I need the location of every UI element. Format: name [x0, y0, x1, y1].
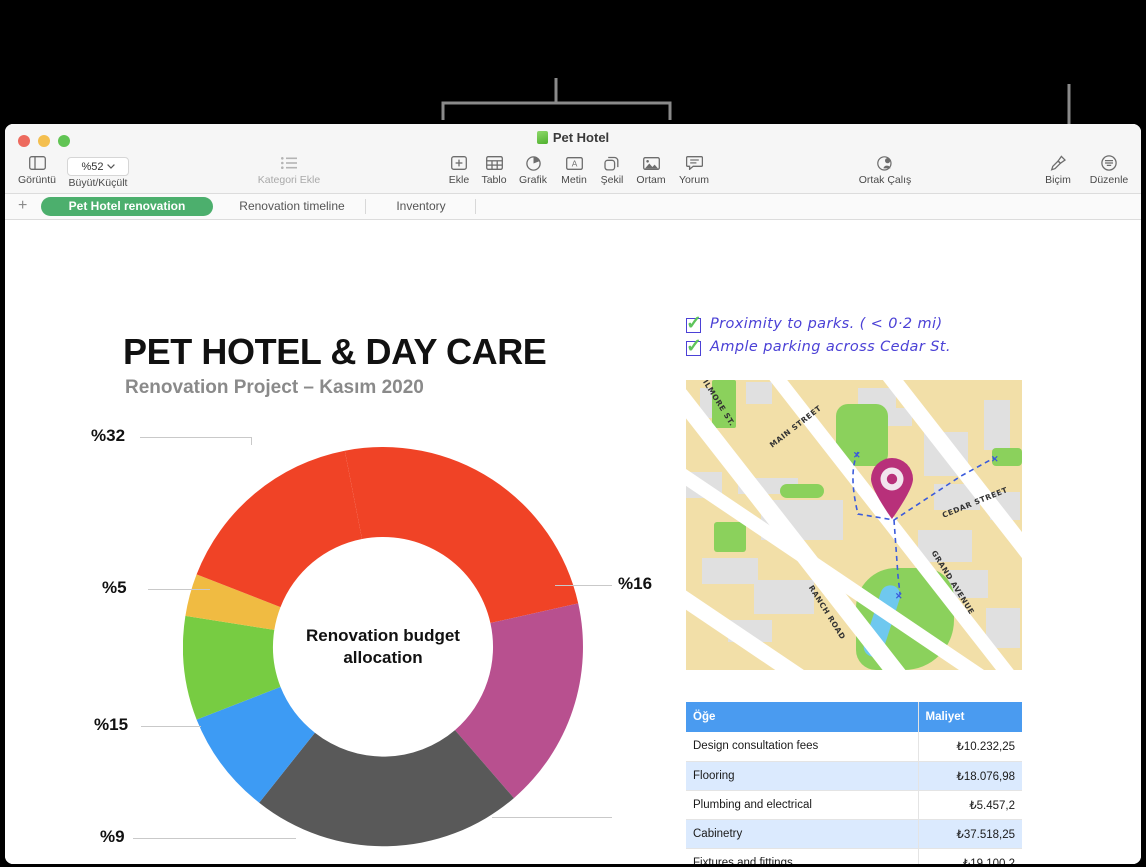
- leader-line-9: [133, 838, 296, 839]
- toolbar-organize-button[interactable]: Düzenle: [1081, 153, 1137, 186]
- page-title: PET HOTEL & DAY CARE: [123, 331, 547, 372]
- document-title-text: Pet Hotel: [552, 130, 610, 145]
- cell-item[interactable]: Cabinetry: [686, 819, 918, 849]
- list-icon: [244, 153, 334, 173]
- note-item-parking: Ample parking across Cedar St.: [686, 335, 1026, 358]
- sheet-canvas: PET HOTEL & DAY CARE Renovation Project …: [5, 220, 1141, 864]
- svg-text:✕: ✕: [853, 450, 861, 460]
- sheet-tab-inventory[interactable]: Inventory: [371, 197, 471, 216]
- cost-table[interactable]: Öğe Maliyet Design consultation fees ₺10…: [686, 702, 1022, 864]
- cell-item[interactable]: Design consultation fees: [686, 732, 918, 762]
- slice-cabinetry: [344, 447, 579, 623]
- checkbox-checked-icon[interactable]: [686, 335, 702, 358]
- table-row[interactable]: Flooring ₺18.076,98: [686, 761, 1022, 791]
- cell-cost[interactable]: ₺18.076,98: [917, 761, 1022, 791]
- toolbar-comment-label: Yorum: [679, 174, 709, 186]
- route-path: ✕ ✕ ✕: [852, 450, 999, 601]
- cell-item[interactable]: Flooring: [686, 761, 918, 791]
- sheet-tab-renovation-timeline[interactable]: Renovation timeline: [221, 197, 363, 216]
- comment-icon: [662, 153, 726, 173]
- sheet-tab-pet-hotel-renovation[interactable]: Pet Hotel renovation: [41, 197, 213, 216]
- chevron-down-icon: [106, 164, 115, 169]
- location-pin: [871, 458, 913, 519]
- cell-cost[interactable]: ₺37.518,25: [917, 819, 1022, 849]
- svg-text:A: A: [571, 158, 577, 168]
- sidebar-icon: [5, 153, 69, 173]
- leader-line-32: [140, 437, 252, 438]
- add-sheet-button[interactable]: +: [18, 198, 27, 214]
- toolbar-collaborate-label: Ortak Çalış: [858, 174, 912, 186]
- svg-text:✕: ✕: [895, 591, 903, 601]
- toolbar-organize-label: Düzenle: [1089, 174, 1129, 186]
- table-header-item[interactable]: Öğe: [686, 702, 918, 732]
- tab-divider: [475, 199, 476, 214]
- main-toolbar: Görüntü %52 Büyüt/Küçült Kategori Ekle E…: [5, 155, 1141, 194]
- zoom-select[interactable]: %52: [67, 157, 129, 176]
- table-row[interactable]: Cabinetry ₺37.518,25: [686, 819, 1022, 849]
- donut-center-label: Renovation budget allocation: [283, 625, 483, 669]
- format-brush-icon: [1036, 153, 1080, 173]
- toolbar-format-button[interactable]: Biçim: [1036, 153, 1080, 186]
- pct-label-design-fees: %9: [100, 827, 125, 846]
- organize-icon: [1081, 153, 1137, 173]
- toolbar-zoom-label: Büyüt/Küçült: [68, 177, 128, 189]
- toolbar-add-category-label: Kategori Ekle: [257, 174, 321, 186]
- sheet-tab-bar: + Pet Hotel renovation Renovation timeli…: [5, 194, 1141, 220]
- pct-label-plumbing: %5: [102, 578, 127, 597]
- toolbar-format-label: Biçim: [1045, 174, 1071, 186]
- tab-divider: [365, 199, 366, 214]
- slice-cabinetry-wrap: [196, 450, 362, 608]
- leader-line-5: [148, 589, 210, 590]
- cell-item[interactable]: Plumbing and electrical: [686, 790, 918, 820]
- pct-label-fixtures: %16: [618, 574, 653, 593]
- note-text-proximity: Proximity to parks. ( < 0·2 mi): [710, 316, 943, 332]
- cell-cost[interactable]: ₺10.232,25: [917, 732, 1022, 762]
- pct-label-cabinetry: %32: [91, 426, 126, 445]
- page-subtitle: Renovation Project – Kasım 2020: [125, 377, 424, 398]
- donut-center-line1: Renovation budget: [306, 625, 460, 645]
- leader-line-16: [555, 585, 612, 586]
- leader-tick-32: [251, 437, 252, 445]
- toolbar-add-category-button[interactable]: Kategori Ekle: [244, 153, 334, 186]
- numbers-window: Pet Hotel Görüntü %52 Büyüt/Küçült Kateg…: [5, 124, 1141, 864]
- numbers-document-icon: [536, 131, 548, 144]
- table-row[interactable]: Design consultation fees ₺10.232,25: [686, 732, 1022, 762]
- table-header-cost[interactable]: Maliyet: [917, 702, 1022, 732]
- cell-item[interactable]: Fixtures and fittings: [686, 848, 918, 864]
- document-title: Pet Hotel: [5, 130, 1141, 145]
- handwritten-notes: Proximity to parks. ( < 0·2 mi) Ample pa…: [686, 312, 1026, 362]
- note-text-parking: Ample parking across Cedar St.: [710, 339, 951, 355]
- leader-line-23: [492, 817, 612, 818]
- zoom-value: %52: [81, 160, 104, 173]
- collaborate-icon: [851, 153, 919, 173]
- checkbox-checked-icon[interactable]: [686, 312, 702, 335]
- toolbar-collaborate-button[interactable]: Ortak Çalış: [851, 153, 919, 186]
- budget-donut-chart[interactable]: Renovation budget allocation: [182, 447, 583, 847]
- svg-text:✕: ✕: [991, 454, 999, 464]
- cell-cost[interactable]: ₺5.457,2: [917, 790, 1022, 820]
- pct-label-flooring: %15: [94, 715, 129, 734]
- cell-cost[interactable]: ₺19.100,2: [917, 848, 1022, 864]
- donut-center-line2: allocation: [343, 648, 423, 667]
- leader-line-15: [141, 726, 201, 727]
- table-row[interactable]: Fixtures and fittings ₺19.100,2: [686, 848, 1022, 864]
- toolbar-comment-button[interactable]: Yorum: [662, 153, 726, 186]
- table-header-row: Öğe Maliyet: [686, 702, 1022, 732]
- note-item-proximity: Proximity to parks. ( < 0·2 mi): [686, 312, 1026, 335]
- location-map[interactable]: ✕ ✕ ✕ FILMORE ST. MAIN STREET CEDAR STRE…: [686, 380, 1022, 670]
- table-row[interactable]: Plumbing and electrical ₺5.457,2: [686, 790, 1022, 820]
